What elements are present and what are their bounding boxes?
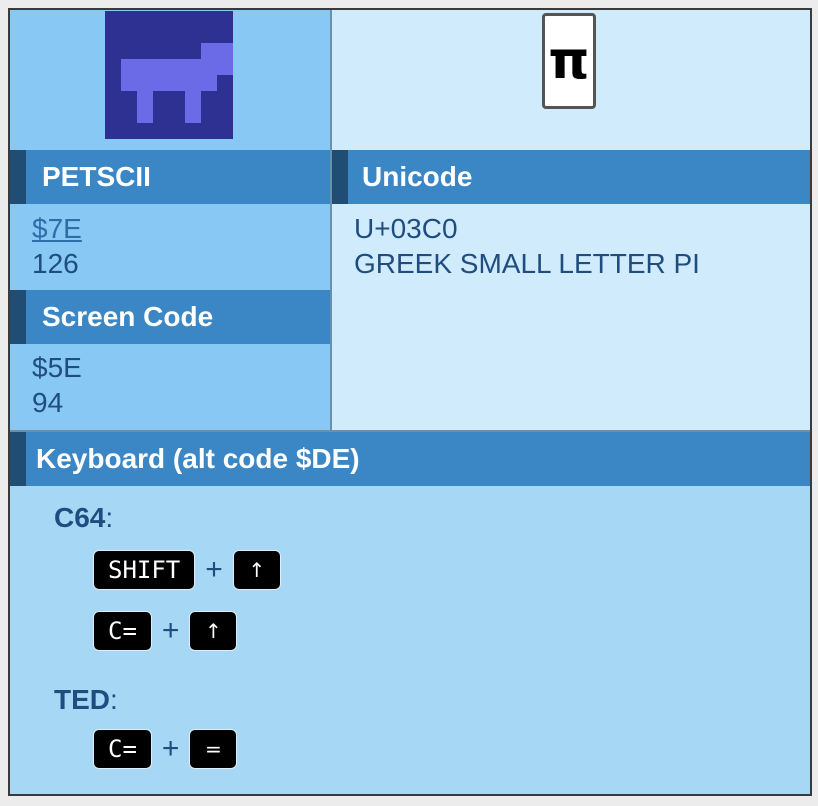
plus-sign: + — [161, 614, 180, 647]
petscii-heading: PETSCII — [42, 161, 151, 192]
c64-label: C64: — [54, 502, 114, 533]
keyboard-section: Keyboard (alt code $DE) C64: SHIFT + ↑ C… — [10, 432, 810, 794]
c64-combo-cbm-up: C= + ↑ — [93, 611, 238, 651]
key-shift: SHIFT — [93, 550, 196, 590]
top-section: PETSCII $7E 126 Screen Code $5E 94 π Uni… — [10, 10, 810, 430]
keyboard-heading: Keyboard (alt code $DE) — [36, 443, 360, 474]
unicode-heading: Unicode — [362, 161, 473, 192]
keyboard-header: Keyboard (alt code $DE) — [10, 432, 810, 486]
screen-code-dec: 94 — [32, 387, 64, 418]
screen-code-hex: $5E — [32, 352, 82, 383]
petscii-pi-glyph-icon — [105, 11, 233, 139]
petscii-values: $7E 126 — [32, 211, 82, 281]
ted-combo-cbm-equals: C= + = — [93, 729, 238, 769]
screen-code-header: Screen Code — [10, 290, 330, 344]
c64-combo-shift-up: SHIFT + ↑ — [93, 550, 281, 590]
screen-code-values: $5E 94 — [32, 350, 82, 420]
right-column: π Unicode U+03C0 GREEK SMALL LETTER PI — [332, 10, 810, 430]
key-equals: = — [189, 729, 238, 769]
unicode-glyph-area: π — [332, 10, 810, 150]
key-commodore: C= — [93, 611, 152, 651]
petscii-dec: 126 — [32, 248, 79, 279]
plus-sign: + — [205, 553, 223, 586]
key-up-arrow-icon: ↑ — [189, 611, 238, 651]
petscii-hex-link[interactable]: $7E — [32, 213, 82, 244]
left-column: PETSCII $7E 126 Screen Code $5E 94 — [10, 10, 332, 430]
plus-sign: + — [161, 732, 180, 765]
key-commodore: C= — [93, 729, 152, 769]
character-card: PETSCII $7E 126 Screen Code $5E 94 π Uni… — [8, 8, 812, 796]
key-up-arrow-icon: ↑ — [232, 550, 281, 590]
petscii-header: PETSCII — [10, 150, 330, 204]
unicode-codepoint: U+03C0 — [354, 213, 458, 244]
unicode-values: U+03C0 GREEK SMALL LETTER PI — [354, 211, 700, 281]
screen-code-heading: Screen Code — [42, 301, 214, 332]
unicode-pi-glyph: π — [542, 13, 596, 109]
unicode-header: Unicode — [332, 150, 810, 204]
ted-label: TED: — [54, 684, 118, 715]
unicode-name: GREEK SMALL LETTER PI — [354, 248, 700, 279]
petscii-glyph-area — [10, 10, 330, 150]
